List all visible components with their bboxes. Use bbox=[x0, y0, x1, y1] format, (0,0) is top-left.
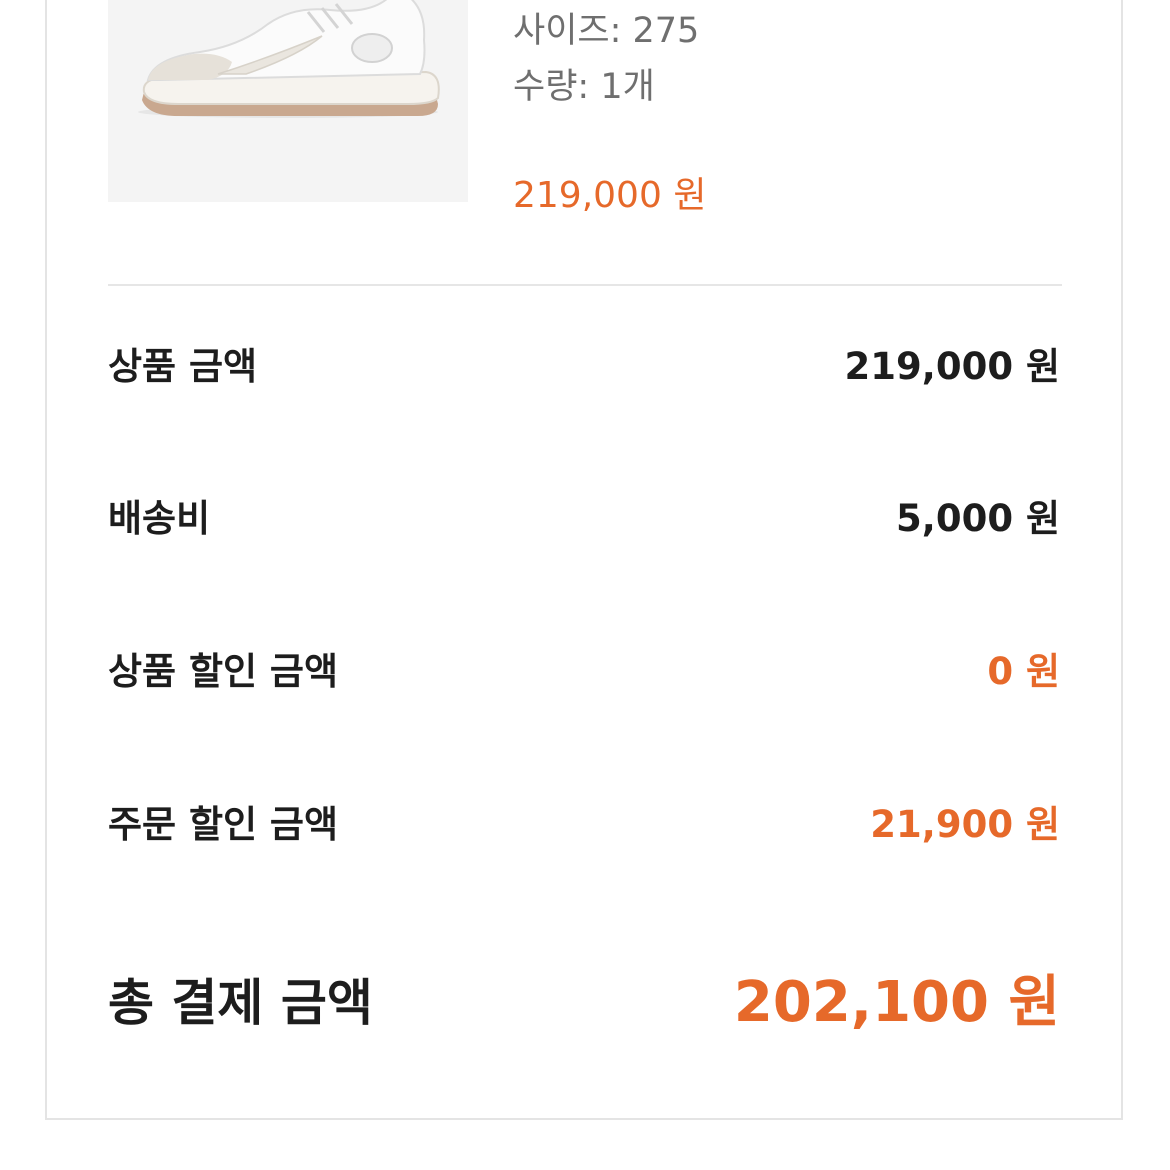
summary-row-value: 5,000 원 bbox=[896, 497, 1060, 540]
summary-row-product-amount: 상품 금액 219,000 원 bbox=[108, 348, 1060, 385]
summary-row-value: 21,900 원 bbox=[870, 803, 1060, 846]
product-price: 219,000 원 bbox=[513, 175, 707, 216]
summary-row-shipping-fee: 배송비 5,000 원 bbox=[108, 500, 1060, 537]
summary-row-label: 상품 할인 금액 bbox=[108, 650, 339, 693]
summary-row-label: 배송비 bbox=[108, 497, 211, 540]
summary-row-value: 219,000 원 bbox=[844, 345, 1060, 388]
summary-total-row: 총 결제 금액 202,100 원 bbox=[108, 975, 1060, 1031]
product-image[interactable] bbox=[108, 0, 468, 202]
product-quantity: 수량: 1개 bbox=[513, 67, 655, 107]
summary-row-value: 0 원 bbox=[987, 650, 1060, 693]
section-divider bbox=[108, 284, 1062, 286]
product-size: 사이즈: 275 bbox=[513, 11, 700, 51]
summary-row-label: 주문 할인 금액 bbox=[108, 803, 339, 846]
total-label: 총 결제 금액 bbox=[108, 974, 373, 1032]
summary-row-order-discount: 주문 할인 금액 21,900 원 bbox=[108, 806, 1060, 843]
total-value: 202,100 원 bbox=[733, 970, 1060, 1035]
summary-row-label: 상품 금액 bbox=[108, 345, 258, 388]
sneaker-icon bbox=[138, 0, 440, 118]
summary-row-product-discount: 상품 할인 금액 0 원 bbox=[108, 653, 1060, 690]
